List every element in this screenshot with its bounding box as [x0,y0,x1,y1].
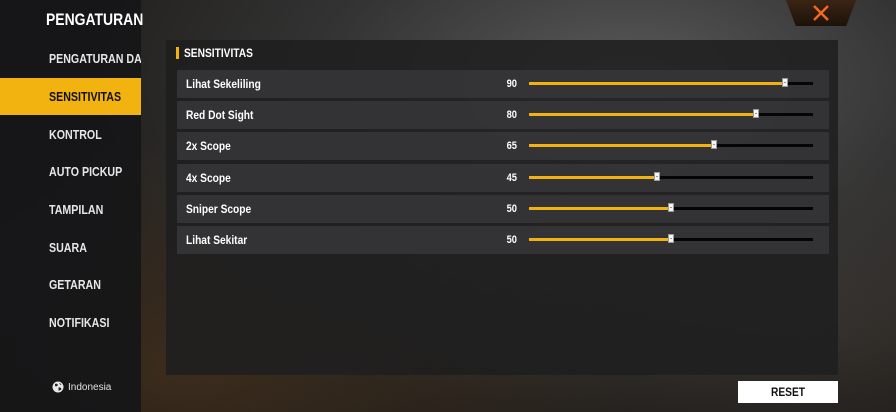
language-selector[interactable]: Indonesia [52,381,111,393]
slider-label: 2x Scope [186,139,231,154]
slider-track[interactable] [529,109,813,119]
sidebar-item-tampilan[interactable]: TAMPILAN [0,191,141,229]
slider-fill [529,237,671,241]
slider-list: Lihat Sekeliling 90 Red Dot Sight 80 2x … [177,70,829,257]
slider-value: 45 [506,171,517,184]
slider-row-sniper-scope: Sniper Scope 50 [177,194,829,223]
accent-bar [176,47,179,59]
sidebar-item-label: SENSITIVITAS [49,89,122,105]
slider-label: Sniper Scope [186,201,252,216]
slider-thumb[interactable] [710,140,717,150]
slider-track[interactable] [529,78,813,87]
sidebar-title: PENGATURAN [46,10,144,29]
globe-icon [52,381,64,393]
slider-row-red-dot-sight: Red Dot Sight 80 [177,101,829,130]
slider-row-2x-scope: 2x Scope 65 [177,132,829,161]
slider-thumb[interactable] [668,233,674,243]
slider-row-lihat-sekeliling: Lihat Sekeliling 90 [177,70,829,98]
slider-value: 50 [506,233,517,246]
sidebar: PENGATURAN PENGATURAN DASAR SENSITIVITAS… [0,0,144,412]
sensitivity-panel: SENSITIVITAS Lihat Sekeliling 90 Red Dot… [166,40,838,375]
slider-label: Lihat Sekeliling [186,77,261,91]
slider-track[interactable] [529,171,813,181]
close-icon [813,5,829,21]
slider-thumb[interactable] [753,109,760,119]
sidebar-item-auto-pickup[interactable]: AUTO PICKUP [0,153,141,191]
slider-value: 80 [506,109,517,122]
slider-label: 4x Scope [186,170,231,185]
slider-fill [529,206,671,210]
slider-row-lihat-sekitar: Lihat Sekitar 50 [177,225,829,254]
sidebar-item-label: KONTROL [49,126,102,142]
sidebar-item-kontrol[interactable]: KONTROL [0,115,141,153]
slider-thumb[interactable] [668,202,674,212]
close-button[interactable] [786,0,856,26]
slider-fill [529,82,785,85]
sidebar-item-label: PENGATURAN DASAR [49,51,141,67]
slider-label: Lihat Sekitar [186,232,248,247]
sidebar-item-suara[interactable]: SUARA [0,228,141,266]
panel-title: SENSITIVITAS [184,46,253,60]
slider-row-4x-scope: 4x Scope 45 [177,163,829,192]
slider-value: 50 [506,202,517,215]
slider-fill [529,175,657,179]
sidebar-item-label: NOTIFIKASI [49,315,110,331]
sidebar-item-label: GETARAN [49,277,101,293]
sidebar-menu: PENGATURAN DASAR SENSITIVITAS KONTROL AU… [0,40,141,342]
slider-thumb[interactable] [781,78,788,87]
reset-button[interactable]: RESET [738,381,838,403]
slider-label: Red Dot Sight [186,108,254,123]
sidebar-item-label: AUTO PICKUP [49,164,123,180]
slider-fill [529,144,714,148]
language-label: Indonesia [68,381,112,393]
slider-track[interactable] [529,140,813,150]
sidebar-item-sensitivitas[interactable]: SENSITIVITAS [0,77,141,116]
sidebar-item-label: TAMPILAN [49,202,104,218]
sidebar-item-notifikasi[interactable]: NOTIFIKASI [0,304,141,342]
slider-track[interactable] [529,202,813,212]
slider-thumb[interactable] [653,171,660,181]
slider-fill [529,113,757,117]
slider-value: 65 [506,140,517,153]
sidebar-item-getaran[interactable]: GETARAN [0,266,141,304]
panel-header: SENSITIVITAS [176,46,265,60]
slider-track[interactable] [529,233,813,243]
reset-label: RESET [770,385,805,399]
sidebar-item-pengaturan-dasar[interactable]: PENGATURAN DASAR [0,40,141,78]
sidebar-item-label: SUARA [49,239,87,255]
slider-value: 90 [506,78,517,90]
